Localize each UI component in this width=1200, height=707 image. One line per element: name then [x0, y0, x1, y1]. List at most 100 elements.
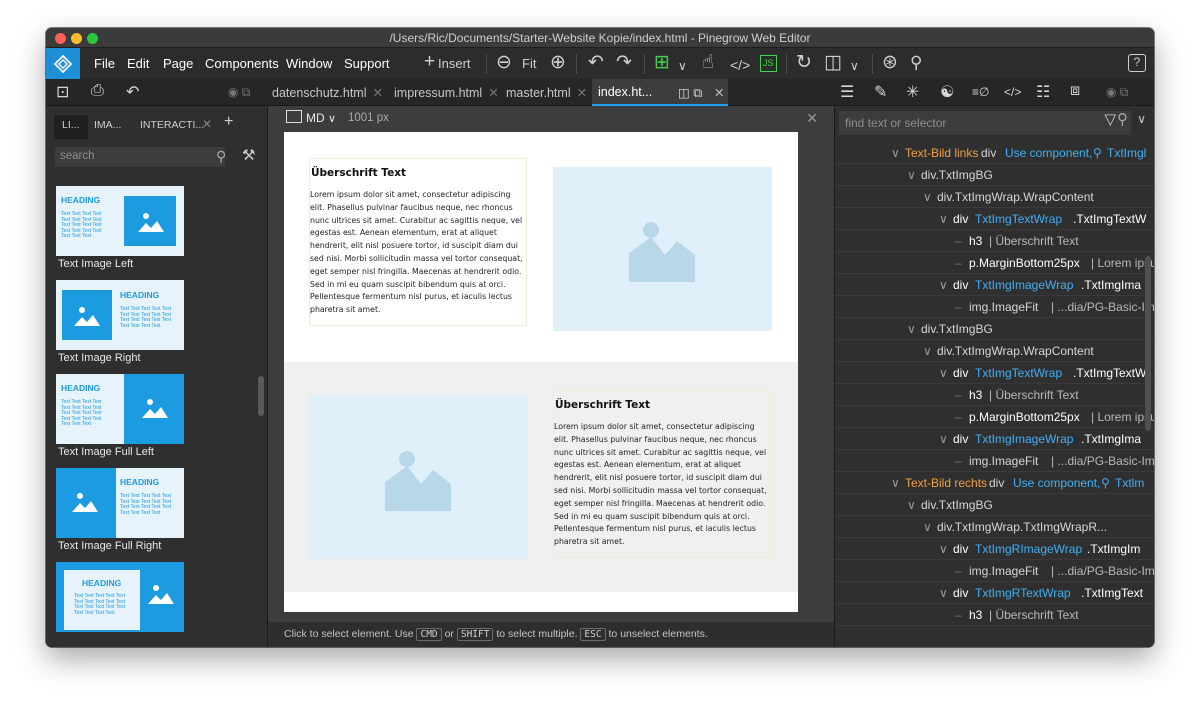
tree-row[interactable]: ∨ Text-Bild links div Use component, ⚲ T…: [835, 142, 1154, 164]
chevron-down-icon[interactable]: ∨: [939, 366, 948, 380]
device-icon[interactable]: [286, 110, 302, 123]
split-view-icon[interactable]: ◫ ⧉: [678, 85, 702, 101]
javascript-icon[interactable]: JS: [760, 55, 777, 72]
save-to-page-icon[interactable]: ⊡: [56, 82, 69, 102]
menu-page[interactable]: Page: [163, 56, 193, 71]
text-block[interactable]: Überschrift Text Lorem ipsum dolor sit a…: [309, 158, 527, 326]
undo-icon[interactable]: ↶: [588, 52, 604, 74]
close-icon[interactable]: ✕: [577, 86, 587, 100]
palette-icon[interactable]: ☯: [940, 82, 954, 102]
thumbnail-text-image-full-left[interactable]: HEADING Text Text Text Text Text Text Te…: [56, 374, 184, 444]
tab-images[interactable]: IMA...: [94, 119, 121, 131]
print-icon[interactable]: ⎙: [91, 82, 104, 100]
use-component-link[interactable]: Use component,: [1013, 476, 1100, 490]
tree-row[interactable]: ∨ div.TxtImgWrap.WrapContent: [835, 186, 1154, 208]
undo-icon[interactable]: ↶: [126, 82, 139, 102]
tree-row[interactable]: – img.ImageFit | ...dia/PG-Basic-Img: [835, 560, 1154, 582]
pinegrow-logo-icon[interactable]: [46, 48, 80, 79]
section-text-image-right[interactable]: Überschrift Text Lorem ipsum dolor sit a…: [284, 362, 798, 592]
tree-row[interactable]: – p.MarginBottom25px | Lorem ipsu: [835, 406, 1154, 428]
list-icon[interactable]: ≡∅: [972, 85, 989, 99]
tree-row[interactable]: ∨ div TxtImgRImageWrap .TxtImgIm: [835, 538, 1154, 560]
menu-edit[interactable]: Edit: [127, 56, 149, 71]
device-size-select[interactable]: MD: [306, 111, 325, 125]
library-item-text-image-right[interactable]: Text Image Right: [58, 352, 141, 364]
library-scrollbar[interactable]: [258, 376, 264, 416]
chevron-down-icon[interactable]: ∨: [1137, 112, 1146, 126]
brush-icon[interactable]: ✎: [874, 82, 887, 102]
library-search-input[interactable]: search: [55, 147, 225, 167]
tree-row[interactable]: – img.ImageFit | ...dia/PG-Basic-Img: [835, 296, 1154, 318]
chevron-down-icon[interactable]: ∨: [907, 498, 916, 512]
add-tab-icon[interactable]: +: [224, 113, 233, 131]
chevron-down-icon[interactable]: ∨: [939, 586, 948, 600]
library-item-text-image-full-right[interactable]: Text Image Full Right: [58, 540, 161, 552]
filter-icon[interactable]: ▽: [1104, 110, 1116, 128]
insert-button[interactable]: Insert: [438, 56, 471, 71]
chevron-down-icon[interactable]: ∨: [907, 168, 916, 182]
chevron-down-icon[interactable]: ∨: [850, 55, 859, 77]
menu-window[interactable]: Window: [286, 56, 332, 71]
tree-row[interactable]: – p.MarginBottom25px | Lorem ipsu: [835, 252, 1154, 274]
chevron-down-icon[interactable]: ∨: [907, 322, 916, 336]
menu-support[interactable]: Support: [344, 56, 390, 71]
sparkle-icon[interactable]: ✳: [906, 82, 919, 102]
refresh-icon[interactable]: ↻: [796, 52, 812, 74]
tree-row[interactable]: ∨ div TxtImgTextWrap .TxtImgTextW: [835, 362, 1154, 384]
library-item-text-image-full-left[interactable]: Text Image Full Left: [58, 446, 154, 458]
tree-row[interactable]: ∨ div.TxtImgWrap.TxtImgWrapR...: [835, 516, 1154, 538]
tab-impressum[interactable]: impressum.html ✕: [394, 85, 499, 100]
tree-row[interactable]: ∨ div TxtImgImageWrap .TxtImgIma: [835, 428, 1154, 450]
tree-row[interactable]: ∨ Text-Bild rechts div Use component, ⚲ …: [835, 472, 1154, 494]
help-button[interactable]: ?: [1128, 54, 1146, 72]
tree-row[interactable]: ∨ div.TxtImgWrap.WrapContent: [835, 340, 1154, 362]
chevron-down-icon[interactable]: ∨: [939, 432, 948, 446]
sliders-icon[interactable]: ☰: [840, 82, 854, 102]
visibility-icon[interactable]: ◉ ⧉: [228, 85, 250, 100]
tree-row[interactable]: ∨ div.TxtImgBG: [835, 494, 1154, 516]
tab-index-active[interactable]: index.ht... ◫ ⧉ ✕: [592, 79, 728, 106]
search-icon[interactable]: ⚲: [910, 52, 922, 74]
redo-icon[interactable]: ↷: [616, 52, 632, 74]
close-icon[interactable]: ✕: [806, 110, 818, 127]
chevron-down-icon[interactable]: ∨: [939, 542, 948, 556]
chevron-down-icon[interactable]: ∨: [891, 476, 900, 490]
tools-icon[interactable]: ⚒: [242, 146, 255, 164]
code-icon[interactable]: </>: [730, 54, 750, 76]
image-placeholder[interactable]: [309, 395, 528, 559]
menu-file[interactable]: File: [94, 56, 115, 71]
tree-row[interactable]: ∨ div.TxtImgBG: [835, 164, 1154, 186]
tree-row[interactable]: – img.ImageFit | ...dia/PG-Basic-Img: [835, 450, 1154, 472]
menu-components[interactable]: Components: [205, 56, 279, 71]
components-icon[interactable]: ⧈: [1070, 82, 1080, 100]
zoom-out-icon[interactable]: ⊖: [496, 52, 512, 74]
chevron-down-icon[interactable]: ∨: [923, 520, 932, 534]
section-heading[interactable]: Überschrift Text: [555, 399, 770, 411]
zoom-in-icon[interactable]: ⊕: [550, 52, 566, 74]
page-preview[interactable]: Überschrift Text Lorem ipsum dolor sit a…: [284, 132, 798, 612]
tree-icon[interactable]: ☷: [1036, 82, 1050, 102]
chevron-down-icon[interactable]: ∨: [923, 190, 932, 204]
close-icon[interactable]: ✕: [714, 85, 724, 100]
visibility-icon[interactable]: ◉ ⧉: [1106, 85, 1128, 100]
tab-datenschutz[interactable]: datenschutz.html ✕: [272, 85, 383, 100]
tab-interactions[interactable]: INTERACTI...: [140, 119, 204, 131]
use-component-link[interactable]: Use component,: [1005, 146, 1092, 160]
close-icon[interactable]: ✕: [202, 117, 212, 131]
layout-grid-icon[interactable]: ⊞: [654, 52, 670, 74]
settings-wheel-icon[interactable]: ⊛: [882, 52, 898, 74]
hand-pointer-icon[interactable]: ☝: [702, 52, 714, 74]
chevron-down-icon[interactable]: ∨: [939, 278, 948, 292]
text-block[interactable]: Überschrift Text Lorem ipsum dolor sit a…: [553, 390, 771, 558]
search-icon[interactable]: ⚲: [1117, 110, 1128, 128]
fit-button[interactable]: Fit: [522, 56, 536, 71]
tree-row[interactable]: – h3 | Überschrift Text: [835, 230, 1154, 252]
library-item-text-image-left[interactable]: Text Image Left: [58, 258, 133, 270]
chevron-down-icon[interactable]: ∨: [328, 112, 336, 125]
thumbnail-text-image-full-right[interactable]: HEADING Text Text Text Text Text Text Te…: [56, 468, 184, 538]
thumbnail-text-image-left[interactable]: HEADING Text Text Text Text Text Text Te…: [56, 186, 184, 256]
tree-row[interactable]: – h3 | Überschrift Text: [835, 384, 1154, 406]
chevron-down-icon[interactable]: ∨: [923, 344, 932, 358]
tree-row[interactable]: ∨ div TxtImgTextWrap .TxtImgTextW: [835, 208, 1154, 230]
thumbnail-text-image-boxed[interactable]: HEADING Text Text Text Text Text Text Te…: [56, 562, 184, 632]
